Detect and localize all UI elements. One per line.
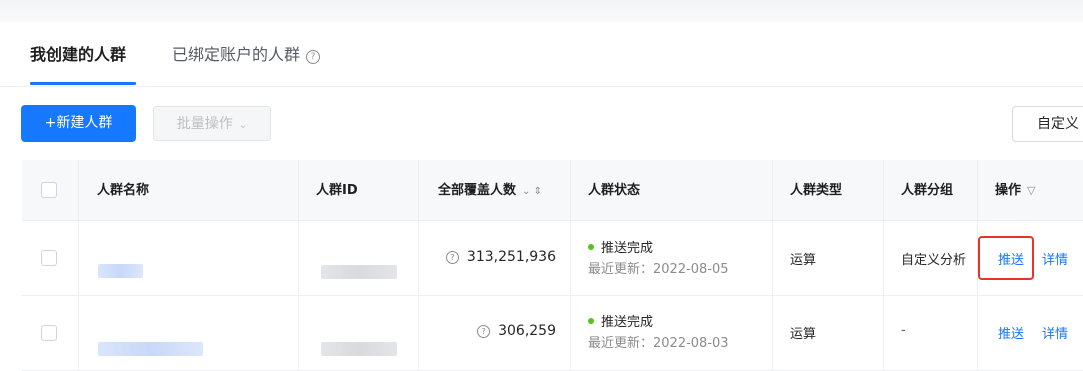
tab-bar: 我创建的人群 已绑定账户的人群? (0, 22, 1083, 87)
tab-my-audiences[interactable]: 我创建的人群 (30, 44, 126, 66)
row-type-cell: 运算 (773, 221, 884, 295)
row-type-cell: 运算 (773, 296, 884, 370)
push-link[interactable]: 推送 (998, 323, 1024, 342)
tab-bound-audiences-label: 已绑定账户的人群 (172, 45, 301, 64)
status-dot-icon (588, 318, 594, 324)
row-id-cell (299, 221, 419, 295)
header-status: 人群状态 (588, 183, 641, 198)
help-icon[interactable]: ? (306, 50, 321, 64)
header-id-cell: 人群ID (299, 160, 419, 220)
question-icon[interactable]: ? (477, 325, 491, 338)
row-group-cell: 自定义分析 (884, 221, 978, 295)
select-all-checkbox[interactable] (41, 182, 57, 198)
header-status-cell: 人群状态 (571, 160, 773, 220)
header-coverage: 全部覆盖人数 (438, 183, 517, 198)
chevron-down-icon: ⌄ (238, 120, 248, 131)
redacted-name[interactable] (98, 264, 143, 278)
header-select-cell (22, 160, 79, 220)
filter-icon[interactable]: ▽ (1027, 184, 1035, 197)
row-coverage-cell: ? 313,251,936 (419, 221, 571, 295)
top-band (0, 0, 1083, 22)
table-row: ? 313,251,936 推送完成 最近更新：2022-08-05 运算 自定义… (22, 221, 1083, 296)
row-group-cell: - (884, 296, 978, 370)
detail-link[interactable]: 详情 (1042, 249, 1068, 268)
header-coverage-cell[interactable]: 全部覆盖人数 ⌄ ⇕ (419, 160, 571, 220)
table-row: ? 306,259 推送完成 最近更新：2022-08-03 运算 - 推送 详情 (22, 296, 1083, 371)
last-updated: 最近更新：2022-08-03 (588, 336, 729, 351)
header-name-cell: 人群名称 (79, 160, 299, 220)
detail-link[interactable]: 详情 (1042, 323, 1068, 342)
row-checkbox[interactable] (41, 250, 57, 266)
status-text: 推送完成 (601, 241, 654, 256)
batch-actions-label: 批量操作 (176, 116, 233, 132)
custom-columns-label: 自定义 (1037, 116, 1079, 132)
group-value: 自定义分析 (901, 253, 967, 268)
new-audience-label: +新建人群 (44, 115, 113, 131)
last-updated: 最近更新：2022-08-05 (588, 262, 729, 277)
tab-my-audiences-label: 我创建的人群 (30, 45, 127, 64)
table-header: 人群名称 人群ID 全部覆盖人数 ⌄ ⇕ 人群状态 人群类型 人群分组 操作 ▽ (22, 160, 1083, 221)
redacted-id (321, 265, 397, 279)
row-name-cell (79, 296, 299, 370)
status-text: 推送完成 (601, 315, 654, 330)
header-type-cell: 人群类型 (773, 160, 884, 220)
header-action-cell: 操作 ▽ (978, 160, 1083, 220)
row-name-cell (79, 221, 299, 295)
batch-actions-dropdown[interactable]: 批量操作 ⌄ (153, 106, 271, 141)
new-audience-button[interactable]: +新建人群 (21, 105, 136, 142)
group-value: - (901, 323, 906, 338)
coverage-value: 313,251,936 (466, 249, 556, 265)
type-value: 运算 (790, 253, 817, 268)
active-tab-indicator (30, 82, 136, 85)
row-status-cell: 推送完成 最近更新：2022-08-05 (571, 221, 773, 295)
row-select-cell (22, 296, 79, 370)
coverage-value: 306,259 (498, 323, 556, 339)
highlight-annotation (978, 236, 1034, 280)
sort-icon[interactable]: ⌄ ⇕ (522, 186, 542, 197)
header-id: 人群ID (316, 183, 358, 198)
row-action-cell: 推送 详情 (978, 296, 1083, 370)
redacted-name[interactable] (98, 342, 203, 356)
redacted-id (321, 342, 397, 356)
header-group-cell: 人群分组 (884, 160, 978, 220)
header-name: 人群名称 (97, 183, 150, 198)
row-checkbox[interactable] (41, 325, 57, 341)
custom-columns-button[interactable]: 自定义 (1012, 106, 1083, 142)
type-value: 运算 (790, 327, 817, 342)
tab-bound-audiences[interactable]: 已绑定账户的人群? (172, 44, 321, 66)
question-icon[interactable]: ? (445, 251, 459, 264)
header-group: 人群分组 (901, 183, 954, 198)
status-dot-icon (588, 244, 594, 250)
row-status-cell: 推送完成 最近更新：2022-08-03 (571, 296, 773, 370)
header-type: 人群类型 (790, 183, 843, 198)
row-select-cell (22, 221, 79, 295)
header-action: 操作 (995, 183, 1022, 198)
row-id-cell (299, 296, 419, 370)
row-coverage-cell: ? 306,259 (419, 296, 571, 370)
